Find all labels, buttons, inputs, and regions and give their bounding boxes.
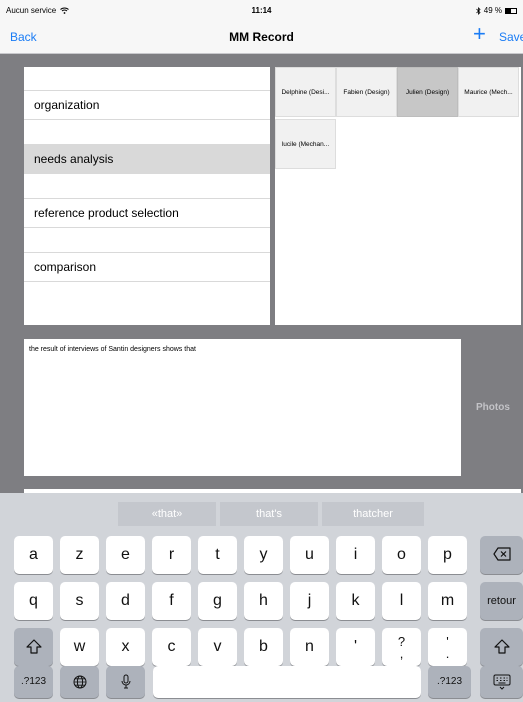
key-l[interactable]: l: [382, 582, 421, 620]
hide-keyboard-key[interactable]: [480, 666, 523, 698]
key-v[interactable]: v: [198, 628, 237, 666]
phase-item-organization[interactable]: organization: [24, 90, 270, 120]
numbers-key-right[interactable]: .?123: [428, 666, 471, 698]
suggestion-thatcher[interactable]: thatcher: [322, 502, 424, 526]
save-button[interactable]: Save: [499, 30, 523, 44]
key-p[interactable]: p: [428, 536, 467, 574]
key-h[interactable]: h: [244, 582, 283, 620]
key-a[interactable]: a: [14, 536, 53, 574]
key-o[interactable]: o: [382, 536, 421, 574]
photos-button[interactable]: Photos: [476, 402, 510, 413]
shift-icon: [25, 639, 42, 654]
participant-fabien[interactable]: Fabien (Design): [336, 67, 397, 117]
bluetooth-icon: [475, 6, 481, 15]
key-u[interactable]: u: [290, 536, 329, 574]
key-i[interactable]: i: [336, 536, 375, 574]
participant-grid: Delphine (Desi... Fabien (Design) Julien…: [275, 67, 521, 325]
navigation-bar: Back MM Record + Save: [0, 20, 523, 54]
participant-julien[interactable]: Julien (Design): [397, 67, 458, 117]
key-c[interactable]: c: [152, 628, 191, 666]
key-f[interactable]: f: [152, 582, 191, 620]
key-period-bottom: .: [445, 646, 450, 661]
participant-delphine[interactable]: Delphine (Desi...: [275, 67, 336, 117]
key-quote-period[interactable]: ' .: [428, 628, 467, 666]
key-z[interactable]: z: [60, 536, 99, 574]
shift-key-right[interactable]: [480, 628, 523, 666]
globe-key[interactable]: [60, 666, 99, 698]
phase-list: organization needs analysis reference pr…: [24, 67, 270, 325]
key-t[interactable]: t: [198, 536, 237, 574]
suggestion-thats[interactable]: that's: [220, 502, 318, 526]
key-e[interactable]: e: [106, 536, 145, 574]
globe-icon: [73, 675, 86, 689]
key-r[interactable]: r: [152, 536, 191, 574]
return-key[interactable]: retour: [480, 582, 523, 620]
dictation-key[interactable]: [106, 666, 145, 698]
phase-item-reference-product-selection[interactable]: reference product selection: [24, 198, 270, 228]
on-screen-keyboard: «that» that's thatcher a z e r t y u i o…: [0, 493, 523, 702]
key-b[interactable]: b: [244, 628, 283, 666]
clock: 11:14: [251, 6, 272, 15]
key-w[interactable]: w: [60, 628, 99, 666]
key-g[interactable]: g: [198, 582, 237, 620]
key-n[interactable]: n: [290, 628, 329, 666]
key-d[interactable]: d: [106, 582, 145, 620]
microphone-icon: [121, 674, 130, 689]
key-m[interactable]: m: [428, 582, 467, 620]
note-text: the result of interviews of Santin desig…: [29, 346, 196, 353]
participant-lucile[interactable]: lucile (Mechan...: [275, 119, 336, 169]
key-question-comma[interactable]: ? ,: [382, 628, 421, 666]
delete-key[interactable]: [480, 536, 523, 574]
shift-key-left[interactable]: [14, 628, 53, 666]
key-s[interactable]: s: [60, 582, 99, 620]
key-j[interactable]: j: [290, 582, 329, 620]
page-title: MM Record: [229, 30, 294, 44]
backspace-icon: [492, 547, 511, 561]
key-k[interactable]: k: [336, 582, 375, 620]
numbers-key-left[interactable]: .?123: [14, 666, 53, 698]
key-y[interactable]: y: [244, 536, 283, 574]
battery-percent: 49 %: [483, 6, 502, 15]
key-x[interactable]: x: [106, 628, 145, 666]
hide-keyboard-icon: [493, 674, 510, 690]
participant-maurice[interactable]: Maurice (Mech...: [458, 67, 519, 117]
space-bar[interactable]: [153, 666, 421, 698]
key-q[interactable]: q: [14, 582, 53, 620]
note-textarea[interactable]: the result of interviews of Santin desig…: [24, 339, 461, 476]
suggestion-that-quoted[interactable]: «that»: [118, 502, 216, 526]
key-apostrophe[interactable]: ': [336, 628, 375, 666]
status-bar: Aucun service 11:14 49 %: [0, 0, 523, 20]
key-question-bottom: ,: [399, 646, 404, 661]
shift-icon: [493, 639, 510, 654]
phase-item-comparison[interactable]: comparison: [24, 252, 270, 282]
phase-item-needs-analysis[interactable]: needs analysis: [24, 144, 270, 174]
battery-status: 49 %: [475, 6, 517, 15]
battery-icon: [505, 7, 517, 14]
add-button[interactable]: +: [473, 23, 486, 45]
